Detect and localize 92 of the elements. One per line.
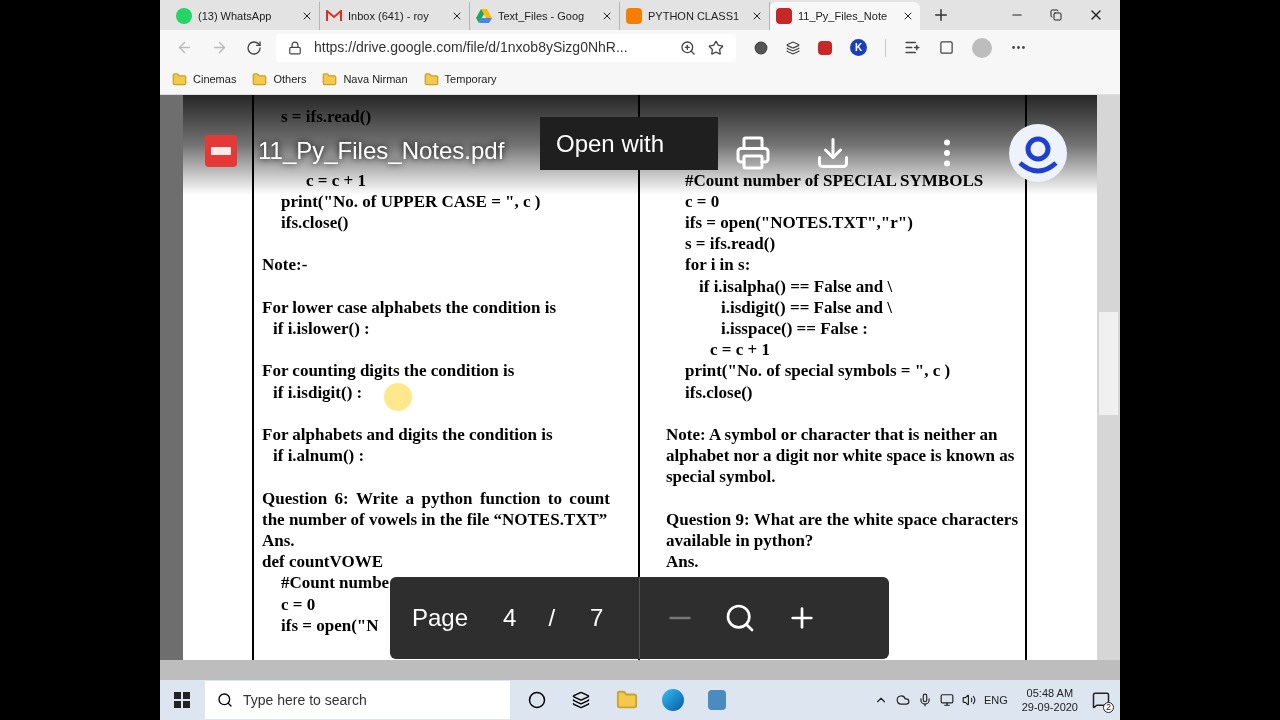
tab-title: 11_Py_Files_Note: [798, 8, 888, 24]
close-icon[interactable]: [301, 10, 313, 22]
document-text: Question 9: What are the white space characters available in python?: [666, 508, 1018, 552]
search-icon: [217, 692, 233, 708]
cortana-icon[interactable]: [528, 691, 546, 709]
language-indicator[interactable]: ENG: [983, 691, 1008, 709]
search-placeholder: Type here to search: [243, 690, 367, 710]
close-icon[interactable]: [902, 10, 914, 22]
document-text: #Count numbe: [280, 572, 390, 594]
reload-icon[interactable]: [246, 39, 262, 56]
document-text: ifs.close(): [280, 212, 349, 234]
document-text: ifs = open("N: [280, 614, 379, 636]
page-number: 4: [503, 603, 517, 633]
file-title: 11_Py_Files_Notes.pdf: [258, 136, 505, 166]
document-text: if i.isalpha() == False and \: [698, 275, 893, 297]
bookmark[interactable]: Temporary: [423, 71, 497, 88]
document-text: For lower case alphabets the condition is: [262, 296, 557, 318]
tab-title: Text_Files - Goog: [498, 8, 585, 24]
clock-date: 29-09-2020: [1021, 700, 1078, 714]
page-count: 7: [590, 603, 604, 633]
collections-icon[interactable]: [939, 40, 954, 55]
horizontal-scrollbar[interactable]: [160, 660, 1120, 680]
url-text: https://drive.google.com/file/d/1nxob8ySizg0NhR...: [314, 38, 629, 57]
open-with-button[interactable]: Open with: [540, 117, 718, 170]
close-icon[interactable]: [451, 10, 463, 22]
document-text: #Count number of SPECIAL SYMBOLS: [684, 169, 984, 191]
triangle-icon: [476, 9, 492, 23]
notification-count: 2: [1103, 702, 1114, 713]
document-text: Ans.: [666, 551, 699, 573]
bookmark[interactable]: Others: [252, 71, 307, 88]
restore-icon[interactable]: [1050, 9, 1062, 21]
cursor-highlight: [384, 383, 412, 411]
print-icon[interactable]: [735, 135, 771, 171]
document-text: ifs = open("NOTES.TXT","r"): [684, 211, 913, 234]
folder-icon: [423, 72, 439, 87]
profile-avatar[interactable]: [1008, 123, 1068, 183]
windows-icon[interactable]: [174, 692, 190, 708]
document-text: For alphabets and digits the condition is: [262, 423, 553, 446]
document-text: i.isspace() == False :: [720, 318, 868, 340]
document-text: Question 6: Write a python function to count the number of vowels in the file “NOTES.TXT”: [262, 487, 610, 530]
network-icon[interactable]: [939, 693, 954, 707]
extension-button[interactable]: K: [850, 39, 867, 56]
download-icon[interactable]: [815, 135, 851, 171]
document-text: if i.isdigit() :: [272, 381, 363, 403]
document-text: for i in s:: [684, 254, 751, 276]
extension-icon[interactable]: [754, 40, 768, 55]
document-text: s = ifs.read(): [684, 233, 776, 255]
document-text: if i.alnum() :: [272, 445, 365, 467]
volume-icon[interactable]: [961, 693, 976, 707]
tab-title: (13) WhatsApp: [198, 8, 272, 24]
document-text: print("No. of special symbols = ", c ): [684, 360, 951, 382]
document-text: Note:-: [262, 254, 308, 276]
tab-title: Inbox (641) - roy: [348, 8, 429, 24]
notification-icon[interactable]: [1092, 691, 1110, 709]
document-text: c = c + 1: [709, 339, 770, 361]
tab-title: PYTHON CLASS1: [648, 8, 740, 24]
vertical-scrollbar[interactable]: [1097, 95, 1120, 660]
taskbar-search-field[interactable]: Type here to search: [205, 681, 510, 719]
favorite-icon[interactable]: [708, 39, 724, 56]
document-text: if i.islower() :: [272, 317, 370, 340]
folder-icon: [172, 72, 187, 87]
document-text: ifs.close(): [684, 381, 753, 403]
document-text: Note: A symbol or character that is neither an alphabet nor a digit nor white space is known as special symbol.: [666, 424, 1016, 488]
browser-tab[interactable]: 11_Py_Files_Note: [770, 2, 920, 30]
bookmark[interactable]: Cinemas: [172, 71, 237, 88]
zoom-icon[interactable]: [680, 39, 696, 56]
new-tab-icon[interactable]: [932, 6, 950, 24]
clock-time: 05:48 AM: [1026, 686, 1074, 700]
document-text: Ans.: [262, 529, 295, 552]
document-text: def countVOWE: [262, 551, 384, 573]
folder-icon: [322, 72, 338, 87]
close-icon[interactable]: [601, 10, 613, 22]
document-text: c = c + 1: [305, 169, 366, 191]
microphone-icon[interactable]: [917, 693, 932, 707]
document-text: i.isdigit() == False and \: [720, 296, 892, 318]
scrollbar-thumb[interactable]: [1099, 312, 1118, 415]
page-separator: /: [548, 603, 556, 633]
document-text: For counting digits the condition is: [262, 360, 515, 382]
bookmark[interactable]: Nava Nirman: [322, 71, 408, 88]
lock-icon: [288, 40, 302, 55]
document-text: c = 0: [684, 190, 720, 212]
document-text: c = 0: [280, 593, 316, 615]
mail-icon: [326, 10, 342, 22]
document-text: s = ifs.read(): [280, 106, 372, 128]
cloud-icon[interactable]: [895, 693, 910, 707]
folder-icon: [252, 72, 268, 87]
extension-icon[interactable]: [786, 40, 800, 55]
page-label: Page: [412, 603, 469, 633]
task-view-icon[interactable]: [572, 691, 590, 709]
document-text: print("No. of UPPER CASE = ", c ): [280, 190, 541, 212]
address-bar[interactable]: https://drive.google.com/file/d/1nxob8ySizg0NhR...: [276, 33, 736, 62]
favorites-icon[interactable]: [904, 39, 921, 56]
